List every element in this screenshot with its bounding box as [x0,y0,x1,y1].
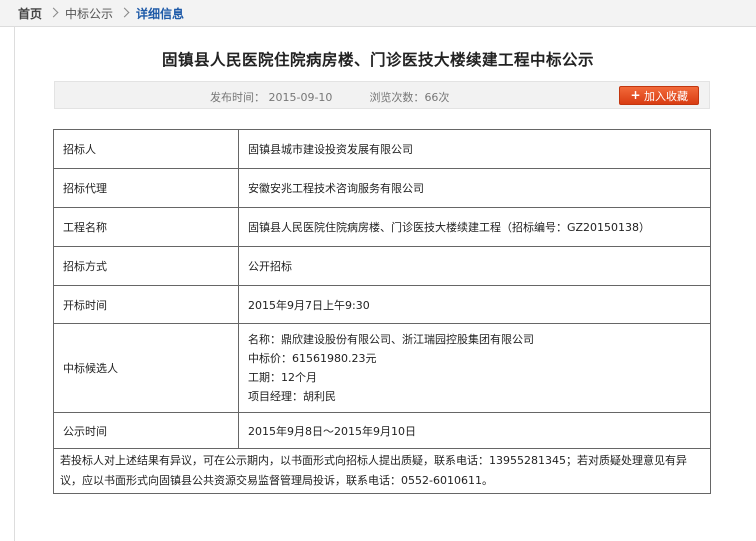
row-value-method: 公开招标 [238,246,711,286]
chevron-right-icon [120,6,130,20]
candidate-duration: 工期：12个月 [248,371,317,384]
row-label-bidder: 招标人 [53,129,239,169]
table-row: 工程名称 固镇县人民医院住院病房楼、门诊医技大楼续建工程（招标编号：GZ2015… [53,207,711,247]
row-label-project: 工程名称 [53,207,239,247]
views-count: 66次 [424,91,450,104]
table-row: 招标方式 公开招标 [53,246,711,286]
chevron-right-icon [49,6,59,20]
table-row: 若投标人对上述结果有异议，可在公示期内，以书面形式向招标人提出质疑，联系电话：1… [53,448,711,494]
views-label: 浏览次数： [369,91,425,104]
table-row: 招标人 固镇县城市建设投资发展有限公司 [53,129,711,169]
meta-bar: 发布时间： 2015-09-10 浏览次数：66次 + 加入收藏 [54,81,710,109]
row-label-opening-time: 开标时间 [53,285,239,324]
candidate-name: 名称：鼎欣建设股份有限公司、浙江瑞园控股集团有限公司 [248,333,534,346]
page-title: 固镇县人民医院住院病房楼、门诊医技大楼续建工程中标公示 [161,51,594,69]
publish-label: 发布时间： [210,91,265,104]
page: 首页 中标公示 详细信息 固镇县人民医院住院病房楼、门诊医技大楼续建工程中标公示… [0,0,756,541]
breadcrumb: 首页 中标公示 详细信息 [0,0,756,27]
add-favorite-label: 加入收藏 [644,89,688,103]
breadcrumb-award-notices[interactable]: 中标公示 [65,5,113,22]
add-favorite-button[interactable]: + 加入收藏 [619,86,699,105]
candidate-manager: 项目经理：胡利民 [248,390,336,403]
award-info-table: 招标人 固镇县城市建设投资发展有限公司 招标代理 安徽安兆工程技术咨询服务有限公… [53,129,711,494]
table-row: 开标时间 2015年9月7日上午9:30 [53,285,711,324]
plus-icon: + [630,88,641,102]
candidate-price: 中标价：61561980.23元 [248,352,377,365]
table-row: 招标代理 安徽安兆工程技术咨询服务有限公司 [53,168,711,208]
row-label-method: 招标方式 [53,246,239,286]
row-value-agency: 安徽安兆工程技术咨询服务有限公司 [238,168,711,208]
meta-info: 发布时间： 2015-09-10 浏览次数：66次 [210,89,449,105]
row-value-bidder: 固镇县城市建设投资发展有限公司 [238,129,711,169]
table-row: 中标候选人 名称：鼎欣建设股份有限公司、浙江瑞园控股集团有限公司 中标价：615… [53,323,711,413]
row-label-agency: 招标代理 [53,168,239,208]
table-row: 公示时间 2015年9月8日～2015年9月10日 [53,412,711,449]
row-value-publicity: 2015年9月8日～2015年9月10日 [238,412,711,449]
row-value-project: 固镇县人民医院住院病房楼、门诊医技大楼续建工程（招标编号：GZ20150138） [238,207,711,247]
row-value-candidate: 名称：鼎欣建设股份有限公司、浙江瑞园控股集团有限公司 中标价：61561980.… [238,323,711,413]
objection-note: 若投标人对上述结果有异议，可在公示期内，以书面形式向招标人提出质疑，联系电话：1… [53,448,711,494]
breadcrumb-detail: 详细信息 [136,6,185,21]
publish-date: 2015-09-10 [268,91,333,104]
row-label-publicity: 公示时间 [53,412,239,449]
row-value-opening-time: 2015年9月7日上午9:30 [238,285,711,324]
row-label-candidate: 中标候选人 [53,323,239,413]
breadcrumb-home[interactable]: 首页 [18,5,42,22]
